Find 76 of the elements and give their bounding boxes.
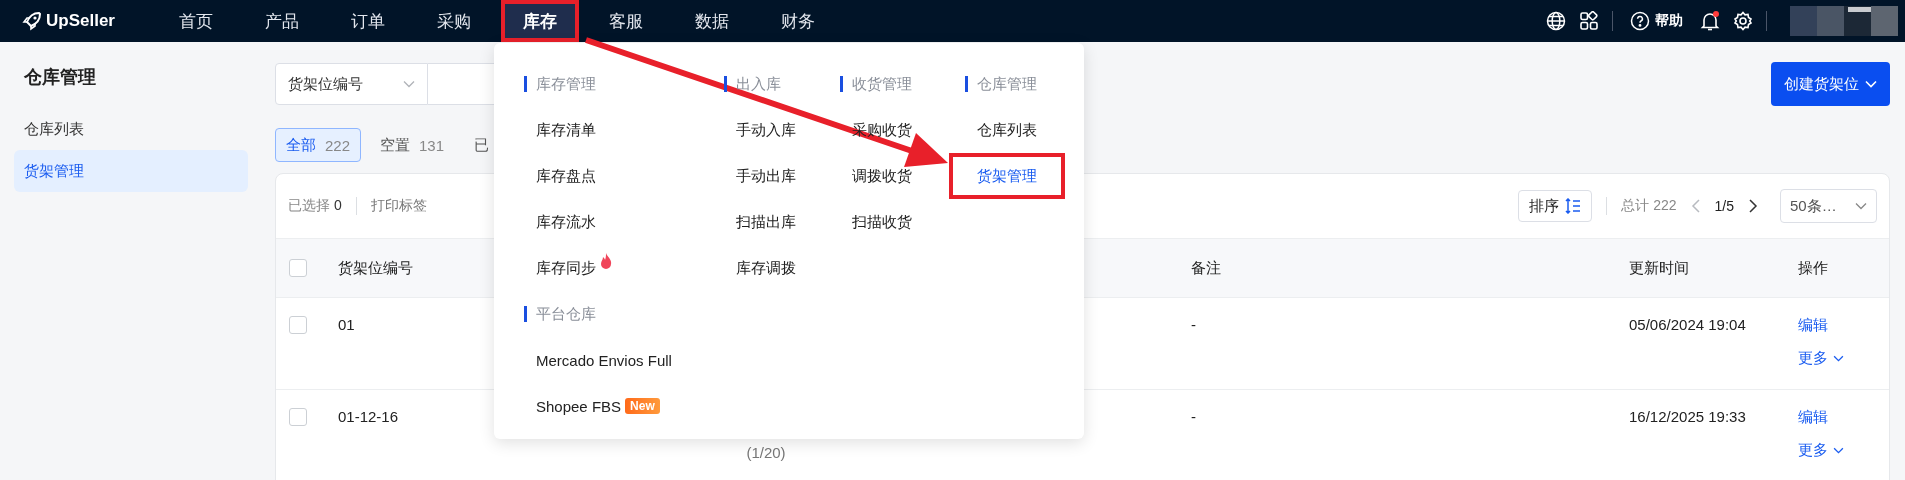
menu-section-title: 平台仓库 xyxy=(524,291,724,337)
caret-icon xyxy=(1833,447,1844,454)
menu-item[interactable]: Shopee FBS New xyxy=(524,387,672,425)
notification-bell-icon[interactable] xyxy=(1700,10,1720,32)
nav-item[interactable]: 客服 xyxy=(587,0,665,42)
next-page-icon[interactable] xyxy=(1748,198,1758,214)
status-tab[interactable]: 空置 131 xyxy=(369,128,456,162)
brand-name[interactable]: UpSeller xyxy=(46,11,115,31)
sidebar-item[interactable]: 货架管理 xyxy=(14,150,248,192)
menu-item[interactable]: 扫描出库 xyxy=(724,203,808,241)
table-cell: 01 xyxy=(338,316,355,333)
total-count: 总计 222 xyxy=(1621,197,1677,215)
menu-section-title: 仓库管理 xyxy=(965,61,1084,107)
sidebar-item[interactable]: 仓库列表 xyxy=(14,108,248,150)
edit-link[interactable]: 编辑 xyxy=(1798,316,1828,335)
row-checkbox[interactable] xyxy=(289,408,307,426)
question-icon xyxy=(1630,11,1650,31)
nav-item[interactable]: 产品 xyxy=(243,0,321,42)
sidebar-title: 仓库管理 xyxy=(23,66,97,89)
menu-section-title: 收货管理 xyxy=(840,61,965,107)
menu-item[interactable]: 库存盘点 xyxy=(524,157,608,195)
nav-item[interactable]: 财务 xyxy=(759,0,837,42)
more-menu-link[interactable]: 更多 xyxy=(1798,441,1844,460)
caret-icon xyxy=(1865,80,1877,88)
status-tab[interactable]: 全部 222 xyxy=(275,128,362,162)
menu-item[interactable]: 调拨收货 xyxy=(840,157,924,195)
table-cell: 01-12-16 xyxy=(338,408,399,425)
column-header: 操作 xyxy=(1798,258,1828,276)
status-tab[interactable]: 已 xyxy=(463,128,501,162)
caret-icon xyxy=(1833,355,1844,362)
create-button[interactable]: 创建货架位 xyxy=(1771,62,1890,106)
table-cell: - xyxy=(1191,408,1196,425)
table-cell: (1/20) xyxy=(746,444,786,461)
menu-item[interactable]: 手动入库 xyxy=(724,111,808,149)
nav-item[interactable]: 库存 xyxy=(501,0,579,42)
sort-icon xyxy=(1565,198,1582,214)
caret-icon xyxy=(1855,202,1867,210)
nav-item[interactable]: 数据 xyxy=(673,0,751,42)
menu-item[interactable]: 采购收货 xyxy=(840,111,924,149)
field-select[interactable]: 货架位编号 xyxy=(275,63,428,105)
select-all-checkbox[interactable] xyxy=(289,259,307,277)
menu-item[interactable]: 库存流水 xyxy=(524,203,608,241)
column-header: 备注 xyxy=(1191,258,1221,276)
settings-icon[interactable] xyxy=(1733,11,1753,31)
caret-icon xyxy=(403,80,415,88)
redacted-profile[interactable] xyxy=(1790,6,1898,36)
menu-section-title: 库存管理 xyxy=(524,61,724,107)
column-header: 货架位编号 xyxy=(338,258,413,276)
menu-item[interactable]: 仓库列表 xyxy=(965,111,1049,149)
selected-count: 已选择 0 xyxy=(288,197,342,215)
menu-item[interactable]: 扫描收货 xyxy=(840,203,924,241)
globe-icon[interactable] xyxy=(1546,11,1566,31)
menu-item[interactable]: 手动出库 xyxy=(724,157,808,195)
menu-item[interactable]: Mercado Envios Full xyxy=(524,341,684,379)
new-badge: New xyxy=(625,398,660,414)
print-label-button[interactable]: 打印标签 xyxy=(370,197,427,215)
table-cell: 05/06/2024 19:04 xyxy=(1629,316,1746,333)
menu-item[interactable]: 库存同步 xyxy=(524,249,608,287)
page-indicator: 1/5 xyxy=(1714,198,1734,214)
row-checkbox[interactable] xyxy=(289,316,307,334)
sort-button[interactable]: 排序 xyxy=(1518,190,1593,222)
edit-link[interactable]: 编辑 xyxy=(1798,408,1828,427)
apps-icon[interactable] xyxy=(1579,11,1599,31)
nav-item[interactable]: 首页 xyxy=(157,0,235,42)
table-cell: 16/12/2025 19:33 xyxy=(1629,408,1746,425)
nav-item[interactable]: 订单 xyxy=(329,0,407,42)
nav-item[interactable]: 采购 xyxy=(415,0,493,42)
page-size-select[interactable]: 50条… xyxy=(1780,189,1877,223)
help-button[interactable]: 帮助 xyxy=(1626,11,1687,31)
rocket-logo-icon xyxy=(22,11,42,31)
more-menu-link[interactable]: 更多 xyxy=(1798,349,1844,368)
column-header: 更新时间 xyxy=(1629,258,1689,276)
table-cell: - xyxy=(1191,316,1196,333)
menu-section-title: 出入库 xyxy=(724,61,840,107)
menu-item[interactable]: 库存调拨 xyxy=(724,249,808,287)
menu-item[interactable]: 库存清单 xyxy=(524,111,608,149)
